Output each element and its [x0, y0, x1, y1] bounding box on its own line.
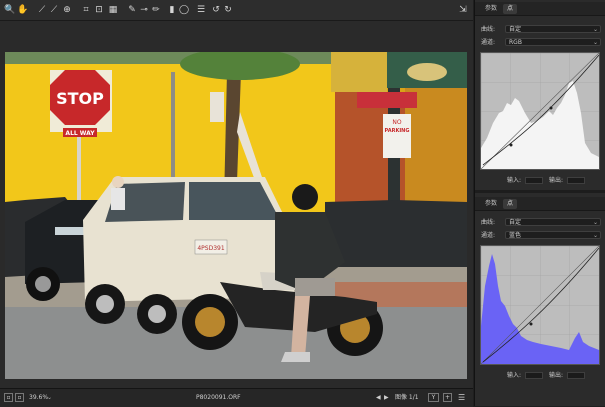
curve-label: 曲线:: [481, 219, 496, 226]
image-counter: 图像 1/1: [395, 394, 419, 401]
rotate-ccw-icon[interactable]: ↺: [210, 4, 222, 16]
toolbar: 🔍 ✋ ⟋ ⟋ ⊕ ⌗ ⊡ ▦ ✎ ⊸ ✏ ▮ ◯ ☰ ↺ ↻ ⇲: [0, 0, 473, 21]
io-row-top: 输入: 输出:: [479, 176, 602, 185]
color-sampler-icon[interactable]: ⟋: [48, 4, 60, 16]
image-canvas[interactable]: STOP ALL WAY NO PARKING 4PSD391: [0, 21, 473, 388]
curve-row-top: 曲线: 自定 ⌄: [479, 25, 602, 34]
gradient-filter-icon[interactable]: ▮: [166, 4, 178, 16]
curve-select-bottom[interactable]: 自定 ⌄: [505, 218, 601, 226]
compare-view-icon[interactable]: ▫: [15, 393, 24, 402]
parking-text: PARKING: [385, 128, 410, 134]
output-label-top: 输出:: [549, 177, 564, 184]
stop-sign-text: STOP: [56, 89, 104, 108]
input-label-bottom: 输入:: [507, 372, 522, 379]
output-field-bottom[interactable]: [567, 372, 585, 379]
channel-label: 通道:: [481, 39, 496, 46]
targeted-adjust-icon[interactable]: ⊕: [61, 4, 73, 16]
tab-point-bottom[interactable]: 点: [503, 199, 518, 209]
zoom-level[interactable]: 39.6%: [29, 393, 48, 403]
channel-row-bottom: 通道: 蓝色 ⌄: [479, 231, 602, 240]
y-toggle-button[interactable]: Y: [428, 393, 439, 402]
transform-icon[interactable]: ▦: [107, 4, 119, 16]
chevron-down-icon: ⌄: [592, 39, 598, 46]
bottom-curve-tabs: 参数 点: [475, 197, 605, 211]
channel-row-top: 通道: RGB ⌄: [479, 38, 602, 47]
hand-icon[interactable]: ✋: [17, 4, 29, 16]
no-text: NO: [392, 119, 401, 126]
export-icon[interactable]: ⇲: [457, 4, 469, 16]
straighten-icon[interactable]: ⊡: [93, 4, 105, 16]
prev-image-icon[interactable]: ◀: [376, 393, 381, 403]
right-panel: 参数 点 曲线: 自定 ⌄ 通道: RGB ⌄ 输入: 输出: 参数 点 曲线:…: [474, 0, 605, 406]
raw-editor-window: 🔍 ✋ ⟋ ⟋ ⊕ ⌗ ⊡ ▦ ✎ ⊸ ✏ ▮ ◯ ☰ ↺ ↻ ⇲ STOP A…: [0, 0, 605, 407]
input-field-top[interactable]: [525, 177, 543, 184]
curve-label: 曲线:: [481, 26, 496, 33]
chevron-down-icon: ⌄: [592, 232, 598, 239]
all-way-text: ALL WAY: [65, 130, 95, 137]
license-plate-text: 4PSD391: [197, 245, 224, 252]
list-icon[interactable]: ☰: [195, 4, 207, 16]
curve-row-bottom: 曲线: 自定 ⌄: [479, 218, 602, 227]
curve-editor-bottom[interactable]: [480, 245, 600, 365]
rotate-cw-icon[interactable]: ↻: [222, 4, 234, 16]
red-eye-icon[interactable]: ⊸: [138, 4, 150, 16]
white-balance-icon[interactable]: ⟋: [36, 4, 48, 16]
zoom-toggle-icon[interactable]: +: [443, 393, 452, 402]
radial-filter-icon[interactable]: ◯: [178, 4, 190, 16]
input-label-top: 输入:: [507, 177, 522, 184]
top-curve-tabs: 参数 点: [475, 2, 605, 16]
status-bar: ▫ ▫ 39.6% ⌄ P8020091.ORF ◀ ▶ 图像 1/1 Y + …: [0, 388, 473, 407]
tab-parameters-top[interactable]: 参数: [481, 4, 501, 14]
output-label-bottom: 输出:: [549, 372, 564, 379]
input-field-bottom[interactable]: [525, 372, 543, 379]
output-field-top[interactable]: [567, 177, 585, 184]
panel-divider: [475, 190, 605, 193]
next-image-icon[interactable]: ▶: [384, 393, 389, 403]
crop-icon[interactable]: ⌗: [80, 4, 92, 16]
fit-screen-icon[interactable]: ▫: [4, 393, 13, 402]
menu-icon[interactable]: ☰: [458, 393, 465, 403]
tab-parameters-bottom[interactable]: 参数: [481, 199, 501, 209]
zoom-dropdown-icon[interactable]: ⌄: [47, 393, 52, 403]
io-row-bottom: 输入: 输出:: [479, 371, 602, 380]
chevron-down-icon: ⌄: [592, 26, 598, 33]
tab-point-top[interactable]: 点: [503, 4, 518, 14]
zoom-icon[interactable]: 🔍: [4, 4, 16, 16]
photo-preview[interactable]: STOP ALL WAY NO PARKING 4PSD391: [5, 52, 467, 379]
street-photo: STOP ALL WAY NO PARKING 4PSD391: [5, 52, 467, 379]
channel-select-top[interactable]: RGB ⌄: [505, 38, 601, 46]
channel-label: 通道:: [481, 232, 496, 239]
filename: P8020091.ORF: [196, 394, 241, 401]
spot-removal-icon[interactable]: ✎: [126, 4, 138, 16]
brush-icon[interactable]: ✏: [150, 4, 162, 16]
channel-select-bottom[interactable]: 蓝色 ⌄: [505, 231, 601, 239]
curve-editor-top[interactable]: [480, 52, 600, 170]
curve-select-top[interactable]: 自定 ⌄: [505, 25, 601, 33]
chevron-down-icon: ⌄: [592, 219, 598, 226]
